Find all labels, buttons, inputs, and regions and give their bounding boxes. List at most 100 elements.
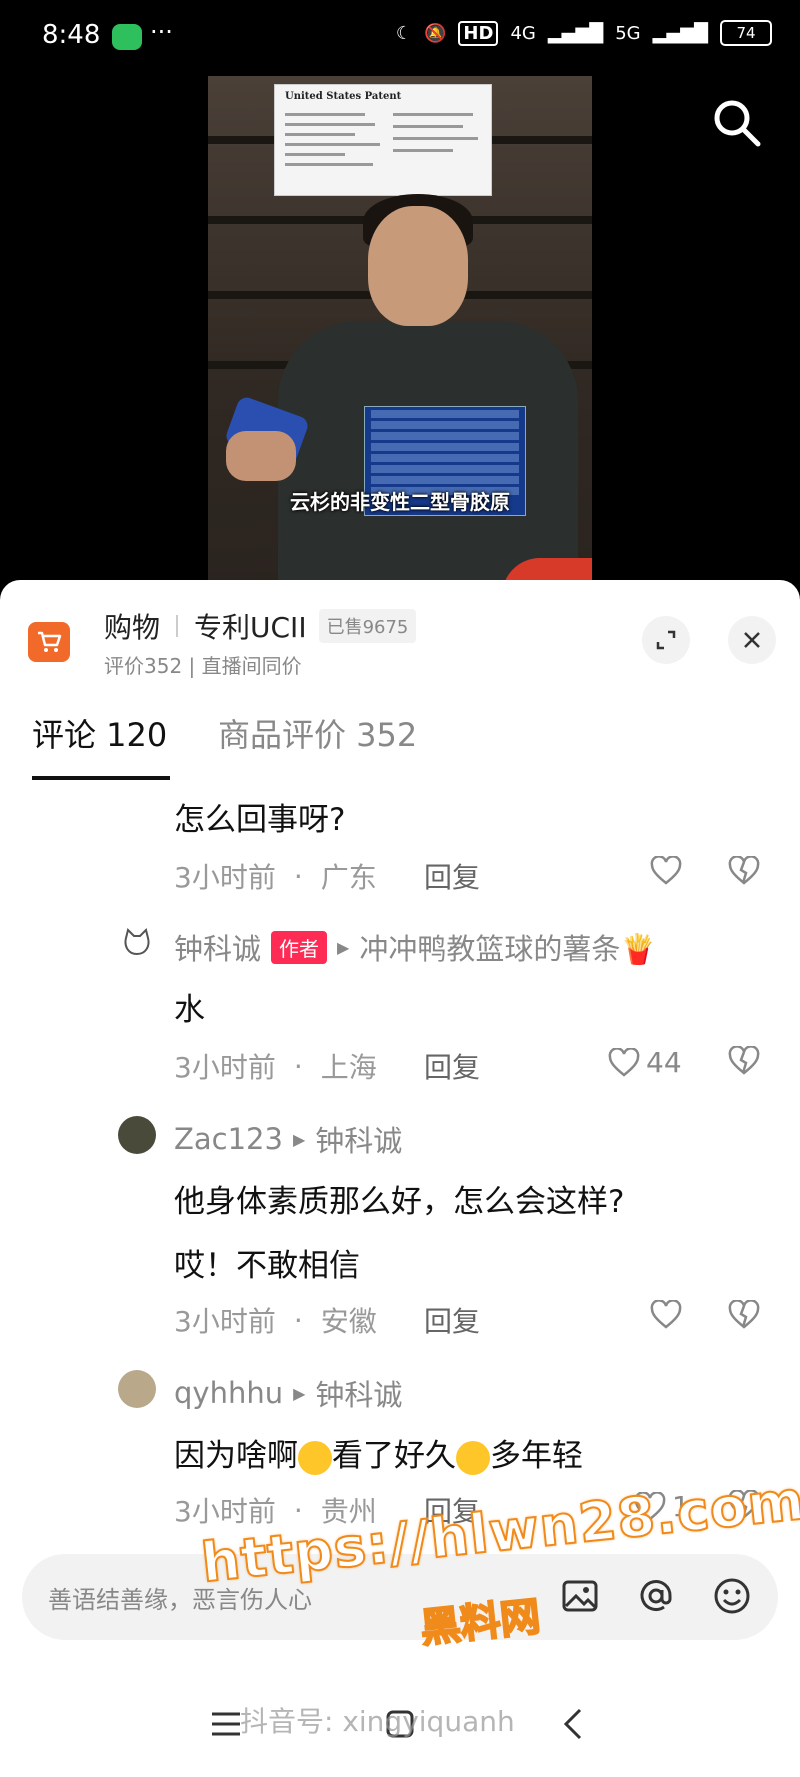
signal-5g-icon: 5G [615,22,641,44]
comment-meta: 3小时前 · 安徽 [174,1300,377,1340]
reply-button[interactable]: 回复 [424,1046,480,1086]
avatar[interactable] [118,1370,156,1408]
avatar[interactable] [118,1116,156,1154]
comment-meta: 3小时前 · 广东 [174,856,377,896]
patent-line [393,149,453,152]
cat-avatar-icon [124,928,150,956]
close-icon [744,632,760,648]
patent-document-image: United States Patent [274,84,492,196]
cart-glyph-icon [38,631,62,652]
tab-product-reviews[interactable]: 商品评价 352 [218,710,417,756]
signal-bars-icon: ▂▄▆█ [547,22,604,44]
patent-line [285,123,375,126]
heart-icon [650,1300,682,1329]
comment-text-line-1: 他身体素质那么好，怎么会这样? [174,1184,625,1220]
mute-icon: 🔕 [424,22,447,44]
tab-comments[interactable]: 评论 120 [32,710,167,756]
dot-separator: · [293,1303,303,1337]
product-name: 专利UCII [194,611,307,644]
expand-icon [656,630,676,650]
wechat-notification-icon [112,24,142,50]
signal-4g-icon: 4G [510,22,536,44]
table-row [371,465,519,473]
close-button[interactable] [728,616,776,664]
clock: 8:48 [42,20,101,50]
image-icon[interactable] [558,1574,602,1618]
more-notifications-icon: ··· [150,18,173,46]
dot-separator: · [293,1049,303,1083]
reply-to-user[interactable]: 钟科诚 [315,1372,402,1414]
comment-text-part: 多年轻 [490,1438,583,1474]
video-player[interactable]: United States Patent 云杉的非变性二型骨胶原 [0,76,800,596]
comment-text-line-2: 哎！不敢相信 [174,1248,360,1284]
patent-line [285,163,373,166]
like-button[interactable] [650,856,682,886]
table-row [371,476,519,484]
expand-button[interactable] [642,616,690,664]
patent-line [285,133,355,136]
comment-text: 因为啥啊 看了好久 多年轻 [174,1430,583,1475]
patent-line [285,113,365,116]
reply-to-user[interactable]: 钟科诚 [315,1118,402,1160]
patent-line [393,137,478,140]
hand [226,431,296,481]
broken-heart-icon [728,1046,760,1075]
table-row [371,454,519,462]
comment-tabs: 评论 120 商品评价 352 [0,710,800,782]
table-row [371,410,519,418]
patent-line [285,153,345,156]
dislike-button[interactable] [728,1300,760,1330]
table-row [371,432,519,440]
patent-line [285,143,380,146]
comment-time: 3小时前 [174,1495,276,1528]
comment-username[interactable]: qyhhhu [174,1376,283,1410]
shopping-cart-icon [28,622,70,662]
comment-time: 3小时前 [174,1305,276,1338]
broken-heart-icon [728,1300,760,1329]
comment-text: 水 [174,992,205,1028]
video-frame: United States Patent 云杉的非变性二型骨胶原 [208,76,592,596]
divider [176,615,179,637]
battery-icon: 74 [720,20,772,46]
moon-icon: ☾ [395,22,412,44]
comment-username[interactable]: 钟科诚 [174,926,261,968]
avatar[interactable] [118,924,156,962]
reply-to-user[interactable]: 冲冲鸭教篮球的薯条🍟 [359,926,656,968]
mention-icon[interactable] [634,1574,678,1618]
dot-separator: · [293,859,303,893]
heart-icon [608,1047,640,1077]
like-button[interactable]: 44 [608,1046,682,1079]
comment-text-part: 因为啥啊 [174,1438,298,1474]
dislike-button[interactable] [728,856,760,886]
reply-arrow-icon: ▶ [292,1129,306,1149]
like-count: 44 [646,1046,682,1079]
crying-face-icon [298,1440,332,1475]
comment-time: 3小时前 [174,1051,276,1084]
heart-icon [650,856,682,885]
shop-header[interactable]: 购物 专利UCII 已售9675 评价352 | 直播间同价 [0,580,800,690]
comment-meta: 3小时前 · 上海 [174,1046,377,1086]
status-icons: ☾ 🔕 HD 4G ▂▄▆█ 5G ▂▄▆█ 74 [396,20,772,46]
dislike-button[interactable] [728,1046,760,1076]
like-button[interactable] [650,1300,682,1330]
author-badge: 作者 [271,930,328,964]
patent-line [393,113,473,116]
crying-face-icon [456,1440,490,1475]
shop-label: 购物 [104,611,161,644]
back-icon[interactable] [554,1704,594,1744]
person-head [368,206,468,326]
comment-user-row: qyhhhu ▶ 钟科诚 [174,1372,402,1414]
emoji-icon[interactable] [710,1574,754,1618]
broken-heart-icon [728,856,760,885]
reply-button[interactable]: 回复 [424,1300,480,1340]
active-tab-indicator [32,776,170,780]
comment-location: 广东 [320,861,377,894]
patent-line [393,125,463,128]
hd-icon: HD [458,20,499,46]
search-icon[interactable] [708,94,764,150]
reply-button[interactable]: 回复 [424,856,480,896]
comment-location: 上海 [320,1051,377,1084]
video-caption: 云杉的非变性二型骨胶原 [290,490,510,514]
sold-count-badge: 已售9675 [318,609,417,643]
comment-username[interactable]: Zac123 [174,1122,283,1156]
